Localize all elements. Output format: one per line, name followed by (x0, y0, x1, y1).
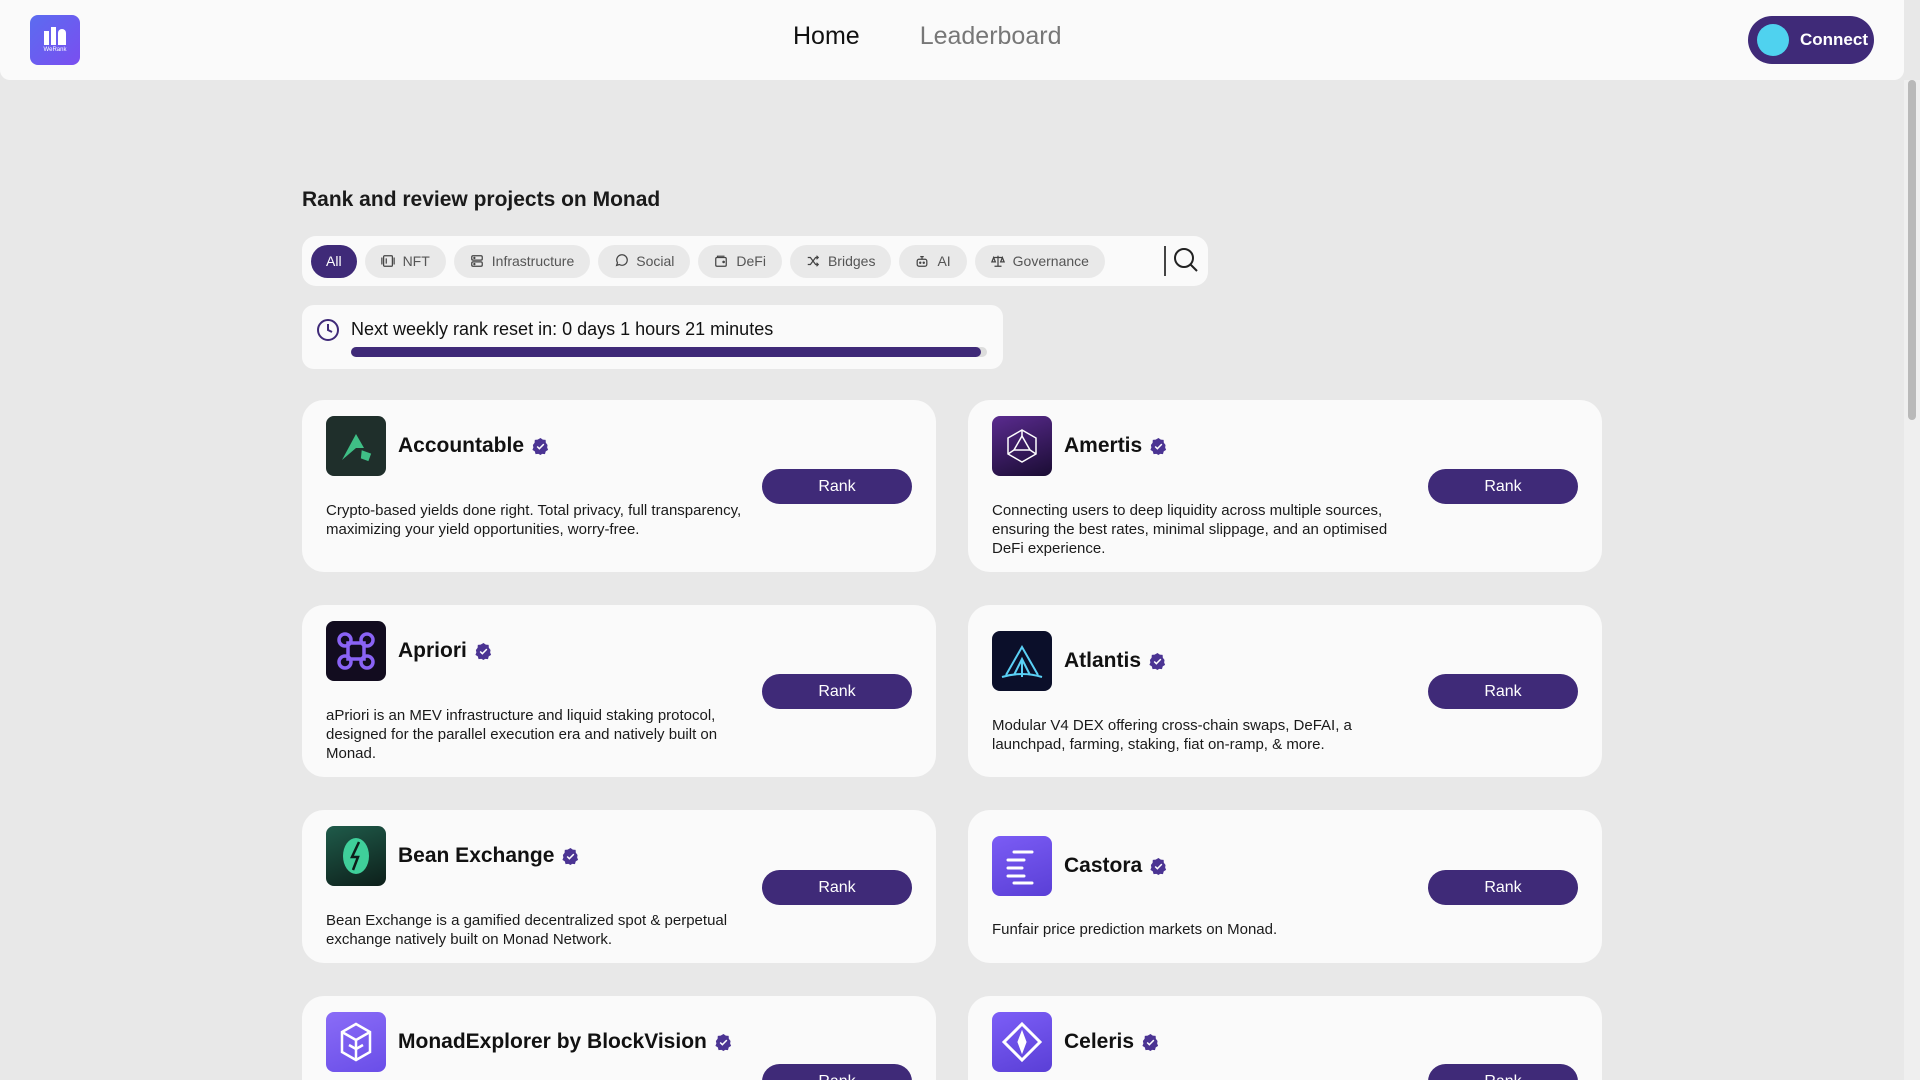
category-filter-bar: All NFT Infrastructure Social DeFi Bridg… (302, 236, 1208, 286)
search-icon[interactable] (1172, 246, 1200, 274)
verified-badge-icon (1142, 1033, 1159, 1051)
filter-label: AI (937, 253, 951, 269)
nft-icon (380, 255, 395, 267)
project-card: Atlantis Rank Modular V4 DEX offering cr… (968, 605, 1602, 777)
reset-progress-fill (351, 347, 981, 357)
project-name[interactable]: Bean Exchange (398, 844, 580, 868)
atlantis-logo-icon (992, 631, 1052, 691)
werank-logo[interactable]: WeRank (30, 15, 80, 65)
project-card: Apriori Rank aPriori is an MEV infrastru… (302, 605, 936, 777)
rank-button[interactable]: Rank (1428, 469, 1578, 504)
filter-label: Infrastructure (491, 253, 575, 269)
project-card: Accountable Rank Crypto-based yields don… (302, 400, 936, 572)
verified-badge-icon (715, 1033, 731, 1051)
project-card: Bean Exchange Rank Bean Exchange is a ga… (302, 810, 936, 963)
scrollbar-thumb[interactable] (1908, 80, 1916, 420)
verified-badge-icon (1149, 652, 1166, 670)
search-divider (1164, 246, 1166, 276)
project-card: Amertis Rank Connecting users to deep li… (968, 400, 1602, 572)
main-nav: Home Leaderboard (793, 22, 1061, 51)
rank-button[interactable]: Rank (762, 469, 912, 504)
connect-wallet-button[interactable]: Connect (1748, 16, 1874, 64)
verified-badge-icon (1150, 857, 1167, 875)
project-name[interactable]: Accountable (398, 434, 550, 458)
amertis-logo-icon (992, 416, 1052, 476)
castora-logo-icon (992, 836, 1052, 896)
filter-defi[interactable]: DeFi (698, 244, 782, 278)
wallet-avatar-icon (1757, 24, 1789, 56)
logo-text: WeRank (43, 47, 67, 53)
project-description: aPriori is an MEV infrastructure and liq… (326, 707, 718, 762)
verified-badge-icon (532, 437, 549, 455)
rank-button[interactable]: Rank (1428, 870, 1578, 905)
rank-reset-timer: Next weekly rank reset in: 0 days 1 hour… (302, 305, 1003, 369)
chat-icon (615, 254, 629, 267)
timer-text: Next weekly rank reset in: 0 days 1 hour… (351, 319, 774, 339)
filter-label: DeFi (736, 253, 766, 269)
project-name[interactable]: Atlantis (1064, 649, 1167, 673)
reset-progress-bar (351, 347, 987, 357)
logo-bars-icon (44, 27, 66, 45)
celeris-logo-icon (992, 1012, 1052, 1072)
top-nav-bar: WeRank Home Leaderboard Connect (0, 0, 1904, 80)
filter-social[interactable]: Social (598, 244, 691, 278)
shuffle-icon (807, 255, 820, 267)
filter-all[interactable]: All (311, 244, 357, 278)
filter-label: Bridges (827, 253, 876, 269)
project-description: Modular V4 DEX offering cross-chain swap… (992, 717, 1352, 753)
rank-button[interactable]: Rank (762, 1064, 912, 1080)
bean-exchange-logo-icon (326, 826, 386, 886)
bot-icon (917, 256, 928, 267)
project-name[interactable]: Celeris (1064, 1030, 1160, 1054)
verified-badge-icon (1150, 437, 1167, 455)
project-description: Funfair price prediction markets on Mona… (992, 921, 1278, 938)
filter-ai[interactable]: AI (899, 244, 967, 278)
clock-icon (317, 319, 339, 341)
scale-icon (990, 255, 1005, 267)
rank-button[interactable]: Rank (762, 674, 912, 709)
verified-badge-icon (562, 847, 579, 865)
project-name[interactable]: Apriori (398, 639, 493, 663)
project-name[interactable]: Castora (1064, 854, 1168, 878)
nav-leaderboard[interactable]: Leaderboard (920, 22, 1062, 51)
project-description: Connecting users to deep liquidity acros… (992, 502, 1388, 557)
page-scrollbar[interactable] (1904, 80, 1920, 1080)
project-description: Crypto-based yields done right. Total pr… (326, 502, 742, 538)
filter-nft[interactable]: NFT (364, 244, 446, 278)
project-card: Castora Rank Funfair price prediction ma… (968, 810, 1602, 963)
filter-label: NFT (402, 253, 430, 269)
filter-infrastructure[interactable]: Infrastructure (453, 244, 591, 278)
server-icon (470, 255, 483, 267)
wallet-icon (715, 255, 728, 267)
page-title: Rank and review projects on Monad (302, 188, 661, 211)
connect-label: Connect (1800, 30, 1868, 49)
project-name[interactable]: Amertis (1064, 434, 1168, 458)
project-name[interactable]: MonadExplorer by BlockVision (398, 1030, 733, 1054)
filter-label: Governance (1012, 253, 1089, 269)
filter-governance[interactable]: Governance (974, 244, 1105, 278)
project-description: Bean Exchange is a gamified decentralize… (326, 912, 728, 948)
rank-button[interactable]: Rank (762, 870, 912, 905)
monadexplorer-logo-icon (326, 1012, 386, 1072)
filter-bridges[interactable]: Bridges (789, 244, 892, 278)
verified-badge-icon (475, 642, 491, 660)
apriori-logo-icon (326, 621, 386, 681)
project-card: Celeris Rank (968, 996, 1602, 1080)
nav-home[interactable]: Home (793, 22, 860, 51)
rank-button[interactable]: Rank (1428, 1064, 1578, 1080)
rank-button[interactable]: Rank (1428, 674, 1578, 709)
accountable-logo-icon (326, 416, 386, 476)
project-card: MonadExplorer by BlockVision Rank (302, 996, 936, 1080)
filter-label: All (326, 253, 342, 269)
filter-label: Social (636, 253, 675, 269)
